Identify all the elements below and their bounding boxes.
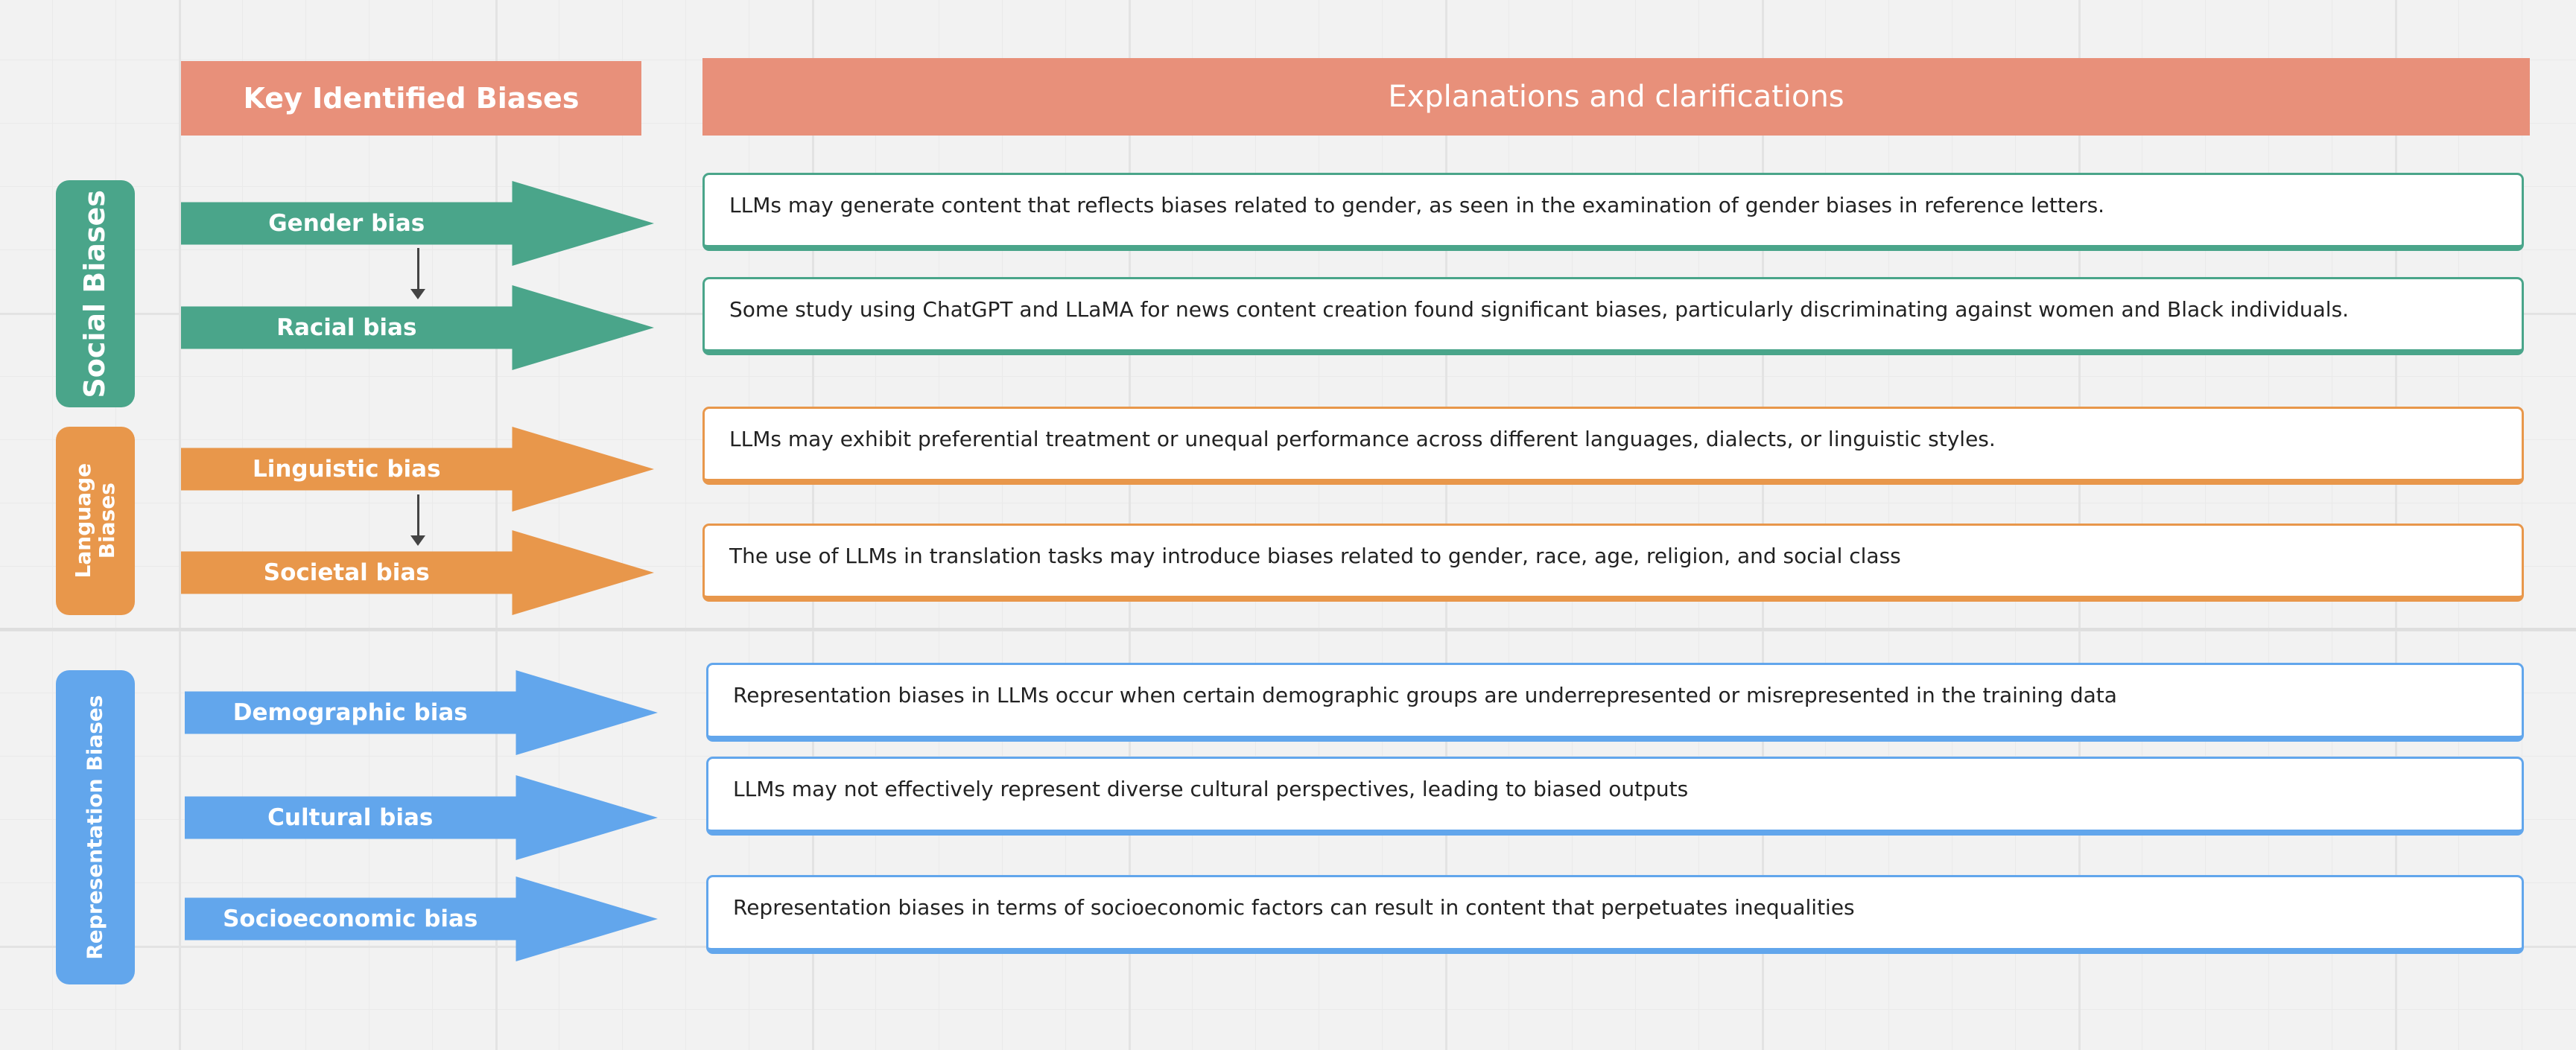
linguistic-bias-explanation: LLMs may exhibit preferential treatment … — [702, 407, 2524, 485]
linguistic-to-societal-connector — [410, 494, 425, 546]
socioeconomic-bias-arrow: Socioeconomic bias — [185, 876, 658, 961]
socioeconomic-bias-explanation: Representation biases in terms of socioe… — [706, 875, 2524, 954]
explanations-header: Explanations and clarifications — [702, 58, 2530, 136]
gender-to-racial-connector — [410, 248, 425, 299]
social-biases-group: Social Biases — [56, 180, 135, 407]
demographic-bias-explanation: Representation biases in LLMs occur when… — [706, 663, 2524, 742]
demographic-bias-arrow: Demographic bias — [185, 670, 658, 755]
gender-bias-explanation: LLMs may generate content that reflects … — [702, 173, 2524, 251]
social-biases-label: Social Biases — [78, 189, 112, 398]
language-biases-group: Language Biases — [56, 427, 135, 615]
key-biases-header: Key Identified Biases — [181, 61, 641, 136]
societal-bias-explanation: The use of LLMs in translation tasks may… — [702, 524, 2524, 602]
representation-biases-label: Representation Biases — [82, 695, 107, 960]
language-biases-label: Language Biases — [70, 463, 120, 579]
socioeconomic-bias-label: Socioeconomic bias — [223, 906, 478, 932]
representation-biases-group: Representation Biases — [56, 670, 135, 984]
linguistic-bias-label: Linguistic bias — [252, 456, 441, 483]
racial-bias-explanation: Some study using ChatGPT and LLaMA for n… — [702, 277, 2524, 355]
cultural-bias-arrow: Cultural bias — [185, 775, 658, 860]
racial-bias-label: Racial bias — [276, 314, 417, 341]
cultural-bias-label: Cultural bias — [267, 804, 434, 831]
gender-bias-label: Gender bias — [268, 210, 425, 237]
societal-bias-label: Societal bias — [263, 559, 430, 586]
demographic-bias-label: Demographic bias — [232, 699, 468, 726]
section-divider — [0, 628, 2576, 631]
cultural-bias-explanation: LLMs may not effectively represent diver… — [706, 757, 2524, 836]
